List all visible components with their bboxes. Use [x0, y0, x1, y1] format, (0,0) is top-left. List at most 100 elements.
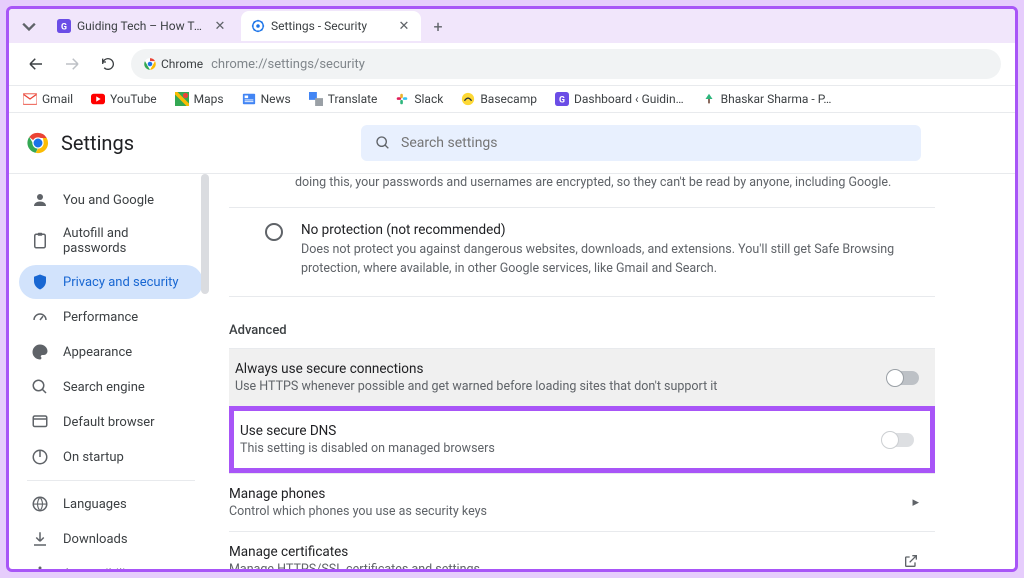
browser-window: G Guiding Tech – How To Articles ✕ Setti…	[6, 6, 1018, 572]
palette-icon	[31, 343, 49, 361]
row-text: Always use secure connections Use HTTPS …	[235, 361, 717, 394]
chevron-down-icon	[15, 12, 43, 40]
tab-settings[interactable]: Settings - Security ✕	[241, 11, 421, 41]
bookmark-translate[interactable]: Translate	[309, 92, 378, 106]
toolbar: Chrome chrome://settings/security	[9, 43, 1015, 86]
translate-icon	[309, 92, 323, 106]
settings-favicon-icon	[251, 19, 265, 33]
youtube-icon	[91, 92, 105, 106]
bookmark-label: Translate	[328, 92, 378, 106]
sidebar-item-languages[interactable]: Languages	[19, 487, 203, 521]
reload-button[interactable]	[95, 51, 121, 77]
new-tab-button[interactable]: +	[425, 13, 451, 39]
row-secure-dns[interactable]: Use secure DNS This setting is disabled …	[229, 406, 935, 473]
external-link-icon	[903, 553, 919, 569]
row-desc: Use HTTPS whenever possible and get warn…	[235, 379, 717, 394]
tab-strip: G Guiding Tech – How To Articles ✕ Setti…	[9, 9, 1015, 43]
shield-icon	[31, 273, 49, 291]
chrome-icon	[143, 57, 157, 71]
partial-description: doing this, your passwords and usernames…	[229, 174, 935, 208]
address-bar[interactable]: Chrome chrome://settings/security	[131, 49, 1001, 79]
no-protection-option[interactable]: No protection (not recommended) Does not…	[229, 208, 935, 298]
sidebar-item-label: Autofill and passwords	[63, 226, 191, 256]
arrow-right-icon	[63, 55, 81, 73]
row-desc: This setting is disabled on managed brow…	[240, 441, 495, 456]
tab-guidingtech[interactable]: G Guiding Tech – How To Articles ✕	[47, 11, 237, 41]
option-title: No protection (not recommended)	[301, 222, 935, 238]
bookmark-dashboard[interactable]: GDashboard ‹ Guidin…	[555, 92, 684, 106]
bookmarks-bar: Gmail YouTube Maps News Translate Slack …	[9, 86, 1015, 113]
toggle-secure-dns	[882, 433, 914, 447]
forward-button[interactable]	[59, 51, 85, 77]
advanced-section-label: Advanced	[229, 297, 935, 348]
row-text: Manage phones Control which phones you u…	[229, 486, 487, 519]
bookmark-basecamp[interactable]: Basecamp	[461, 92, 537, 106]
person-icon	[31, 191, 49, 209]
bookmark-label: Bhaskar Sharma - P…	[721, 92, 832, 106]
row-manage-certificates[interactable]: Manage certificates Manage HTTPS/SSL cer…	[229, 531, 935, 569]
tree-icon	[702, 92, 716, 106]
bookmark-youtube[interactable]: YouTube	[91, 92, 157, 106]
bookmark-gmail[interactable]: Gmail	[23, 92, 73, 106]
back-button[interactable]	[23, 51, 49, 77]
basecamp-icon	[461, 92, 475, 106]
sidebar-item-label: Languages	[63, 497, 127, 512]
settings-title-group: Settings	[27, 131, 327, 155]
row-secure-connections[interactable]: Always use secure connections Use HTTPS …	[229, 348, 935, 406]
sidebar-item-performance[interactable]: Performance	[19, 300, 203, 334]
download-icon	[31, 530, 49, 548]
sidebar-item-accessibility[interactable]: Accessibility	[19, 557, 203, 569]
bookmark-label: News	[261, 92, 291, 106]
sidebar-item-appearance[interactable]: Appearance	[19, 335, 203, 369]
tab-search-dropdown[interactable]	[15, 12, 43, 40]
search-icon	[375, 135, 391, 151]
row-title: Manage certificates	[229, 544, 480, 560]
bookmark-bhaskar[interactable]: Bhaskar Sharma - P…	[702, 92, 832, 106]
option-text: No protection (not recommended) Does not…	[301, 222, 935, 279]
tab-title: Settings - Security	[271, 19, 391, 33]
toggle-secure-connections[interactable]	[887, 371, 919, 385]
sidebar-item-downloads[interactable]: Downloads	[19, 522, 203, 556]
row-desc: Control which phones you use as security…	[229, 504, 487, 519]
news-icon	[242, 92, 256, 106]
sidebar-item-label: Accessibility	[63, 567, 136, 570]
bookmark-label: Maps	[194, 92, 224, 106]
maps-icon	[175, 92, 189, 106]
sidebar-item-label: Appearance	[63, 345, 132, 360]
bookmark-label: Gmail	[42, 92, 73, 106]
power-icon	[31, 448, 49, 466]
sidebar-item-privacy-security[interactable]: Privacy and security	[19, 265, 203, 299]
slack-icon	[395, 92, 409, 106]
sidebar-item-label: On startup	[63, 450, 124, 465]
browser-icon	[31, 413, 49, 431]
sidebar-item-label: Performance	[63, 310, 138, 325]
bookmark-news[interactable]: News	[242, 92, 291, 106]
sidebar-item-label: Default browser	[63, 415, 155, 430]
row-text: Use secure DNS This setting is disabled …	[240, 423, 495, 456]
url-text: chrome://settings/security	[211, 57, 365, 72]
bookmark-label: Dashboard ‹ Guidin…	[574, 92, 684, 106]
site-chip-label: Chrome	[161, 57, 203, 71]
main-panel: doing this, your passwords and usernames…	[209, 174, 1015, 569]
chrome-logo-icon	[27, 132, 49, 154]
close-icon[interactable]: ✕	[397, 19, 411, 33]
bookmark-maps[interactable]: Maps	[175, 92, 224, 106]
row-manage-phones[interactable]: Manage phones Control which phones you u…	[229, 473, 935, 531]
sidebar-item-default-browser[interactable]: Default browser	[19, 405, 203, 439]
content-area: You and Google Autofill and passwords Pr…	[9, 174, 1015, 569]
search-icon	[31, 378, 49, 396]
clipboard-icon	[31, 232, 49, 250]
bookmark-slack[interactable]: Slack	[395, 92, 443, 106]
gt-favicon-icon: G	[57, 19, 71, 33]
search-input[interactable]	[401, 135, 907, 151]
sidebar-item-autofill[interactable]: Autofill and passwords	[19, 218, 203, 264]
sidebar-item-you-and-google[interactable]: You and Google	[19, 183, 203, 217]
sidebar-item-on-startup[interactable]: On startup	[19, 440, 203, 474]
scrollbar-thumb[interactable]	[201, 174, 209, 294]
site-chip: Chrome	[143, 57, 203, 71]
close-icon[interactable]: ✕	[213, 19, 227, 33]
bookmark-label: Slack	[414, 92, 443, 106]
search-settings[interactable]	[361, 125, 921, 161]
radio-icon[interactable]	[265, 223, 283, 241]
sidebar-item-search-engine[interactable]: Search engine	[19, 370, 203, 404]
